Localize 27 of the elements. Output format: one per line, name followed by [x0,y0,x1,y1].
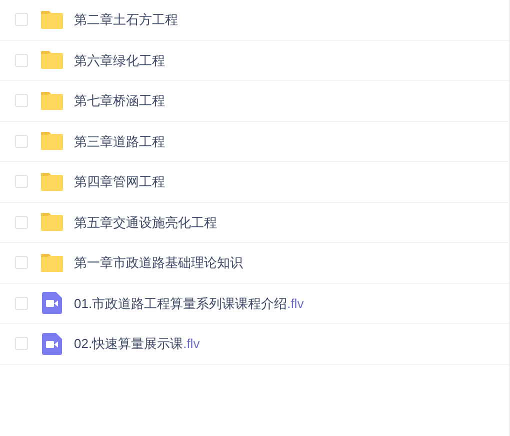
checkbox[interactable] [15,256,28,270]
checkbox[interactable] [15,337,28,350]
checkbox[interactable] [15,54,28,67]
video-file-icon [42,332,62,355]
folder-icon [40,172,64,192]
file-name[interactable]: 第二章土石方工程 [74,10,178,30]
checkbox[interactable] [15,296,28,310]
file-name[interactable]: 第三章道路工程 [74,132,165,151]
file-name[interactable]: 第四章管网工程 [74,172,165,192]
video-file-icon [42,292,62,314]
file-name[interactable]: 第一章市政道路基础理论知识 [74,253,243,272]
checkbox[interactable] [15,216,28,229]
folder-icon [40,10,64,30]
file-name[interactable]: 01.市政道路工程算量系列课课程介绍.flv [74,294,304,313]
file-name[interactable]: 第七章桥涵工程 [74,91,165,110]
file-name[interactable]: 02.快速算量展示课.flv [74,334,200,354]
checkbox[interactable] [15,134,28,148]
file-name[interactable]: 第六章绿化工程 [74,50,165,70]
folder-icon [40,252,64,273]
folder-icon [40,90,64,111]
checkbox[interactable] [15,175,28,188]
file-name[interactable]: 第五章交通设施亮化工程 [74,212,217,232]
checkbox[interactable] [15,94,28,108]
checkbox[interactable] [15,13,28,26]
folder-icon [40,50,64,70]
folder-icon [40,212,64,232]
folder-icon [40,131,64,152]
